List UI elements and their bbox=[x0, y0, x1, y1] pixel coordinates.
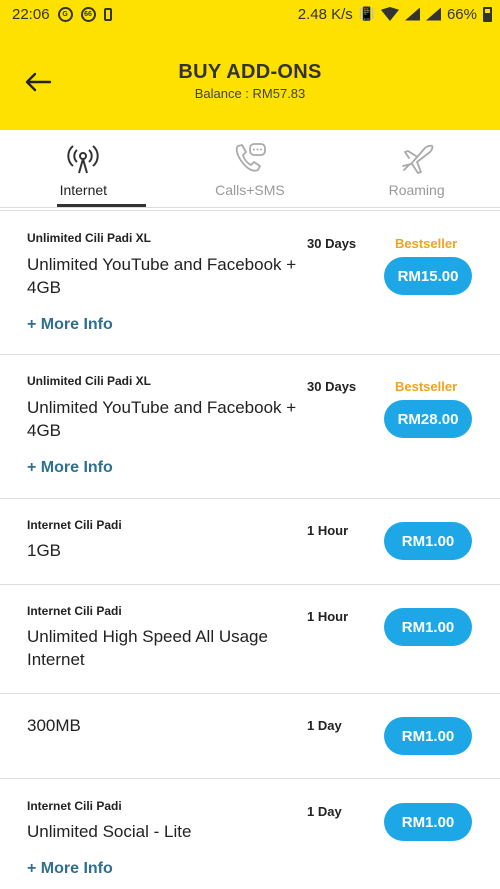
list-item: 300MB 1 Day RM1.00 bbox=[0, 694, 500, 779]
bestseller-badge: Bestseller bbox=[395, 379, 458, 394]
vibrate-icon: 📳 bbox=[358, 6, 375, 21]
battery-percent: 66% bbox=[446, 5, 477, 23]
page-title: BUY ADD-ONS bbox=[178, 61, 322, 83]
item-name: 1GB bbox=[27, 541, 62, 560]
bestseller-badge: Bestseller bbox=[395, 236, 458, 251]
airplane-icon bbox=[401, 144, 433, 174]
tab-internet[interactable]: Internet bbox=[0, 130, 167, 207]
tab-internet-label: Internet bbox=[59, 182, 108, 198]
item-duration: 1 Hour bbox=[307, 523, 349, 538]
tab-calls-sms-label: Calls+SMS bbox=[215, 182, 285, 198]
item-name: Unlimited YouTube and Facebook + 4GB bbox=[27, 398, 297, 440]
price-button[interactable]: RM28.00 bbox=[384, 400, 472, 438]
item-category: Internet Cili Padi bbox=[27, 604, 122, 618]
signal-tower-icon bbox=[67, 145, 99, 174]
addon-list: Unlimited Cili Padi XL Unlimited YouTube… bbox=[0, 210, 500, 889]
tab-roaming-label: Roaming bbox=[388, 182, 445, 198]
item-duration: 30 Days bbox=[307, 379, 357, 394]
status-time: 22:06 bbox=[12, 5, 50, 23]
signal-icon bbox=[404, 7, 420, 21]
list-item: Internet Cili Padi Unlimited Social - Li… bbox=[0, 779, 500, 889]
price-button[interactable]: RM15.00 bbox=[384, 257, 472, 295]
g-app-icon: G bbox=[57, 6, 73, 22]
network-speed: 2.48 K/s bbox=[297, 5, 353, 23]
item-category: Internet Cili Padi bbox=[27, 799, 122, 813]
item-duration: 1 Day bbox=[307, 804, 342, 819]
item-name: Unlimited Social - Lite bbox=[27, 822, 192, 841]
battery-icon bbox=[483, 6, 492, 22]
price-button[interactable]: RM1.00 bbox=[384, 717, 472, 755]
item-duration: 30 Days bbox=[307, 236, 357, 251]
wifi-icon bbox=[380, 7, 399, 21]
list-item: Unlimited Cili Padi XL Unlimited YouTube… bbox=[0, 210, 500, 355]
tab-bar: Internet Calls+SMS Roaming bbox=[0, 130, 500, 208]
more-info-link[interactable]: + More Info bbox=[27, 316, 113, 334]
status-bar: 22:06 G 66 2.48 K/s 📳 66% bbox=[0, 0, 500, 28]
item-name: Unlimited YouTube and Facebook + 4GB bbox=[27, 255, 297, 297]
price-button[interactable]: RM1.00 bbox=[384, 522, 472, 560]
list-item: Internet Cili Padi Unlimited High Speed … bbox=[0, 585, 500, 694]
more-info-link[interactable]: + More Info bbox=[27, 860, 113, 878]
item-category: Unlimited Cili Padi XL bbox=[27, 374, 152, 388]
item-name: 300MB bbox=[27, 716, 81, 735]
notification-66-icon: 66 bbox=[80, 6, 96, 22]
phone-chat-icon bbox=[235, 143, 266, 172]
tab-calls-sms[interactable]: Calls+SMS bbox=[167, 130, 334, 207]
balance-text: Balance : RM57.83 bbox=[194, 86, 306, 101]
list-item: Internet Cili Padi 1GB 1 Hour RM1.00 bbox=[0, 499, 500, 585]
item-duration: 1 Hour bbox=[307, 609, 349, 624]
item-name: Unlimited High Speed All Usage Internet bbox=[27, 627, 268, 669]
price-button[interactable]: RM1.00 bbox=[384, 608, 472, 646]
list-item: Unlimited Cili Padi XL Unlimited YouTube… bbox=[0, 355, 500, 499]
active-tab-indicator bbox=[57, 204, 146, 207]
signal-icon-2 bbox=[425, 7, 441, 21]
header: 22:06 G 66 2.48 K/s 📳 66% BUY ADD-ONS Ba… bbox=[0, 0, 500, 130]
item-category: Unlimited Cili Padi XL bbox=[27, 231, 152, 245]
price-button[interactable]: RM1.00 bbox=[384, 803, 472, 841]
item-duration: 1 Day bbox=[307, 718, 342, 733]
tab-roaming[interactable]: Roaming bbox=[333, 130, 500, 207]
header-title-block: BUY ADD-ONS Balance : RM57.83 bbox=[0, 61, 500, 101]
device-icon bbox=[103, 7, 112, 21]
item-category: Internet Cili Padi bbox=[27, 518, 122, 532]
more-info-link[interactable]: + More Info bbox=[27, 459, 113, 477]
